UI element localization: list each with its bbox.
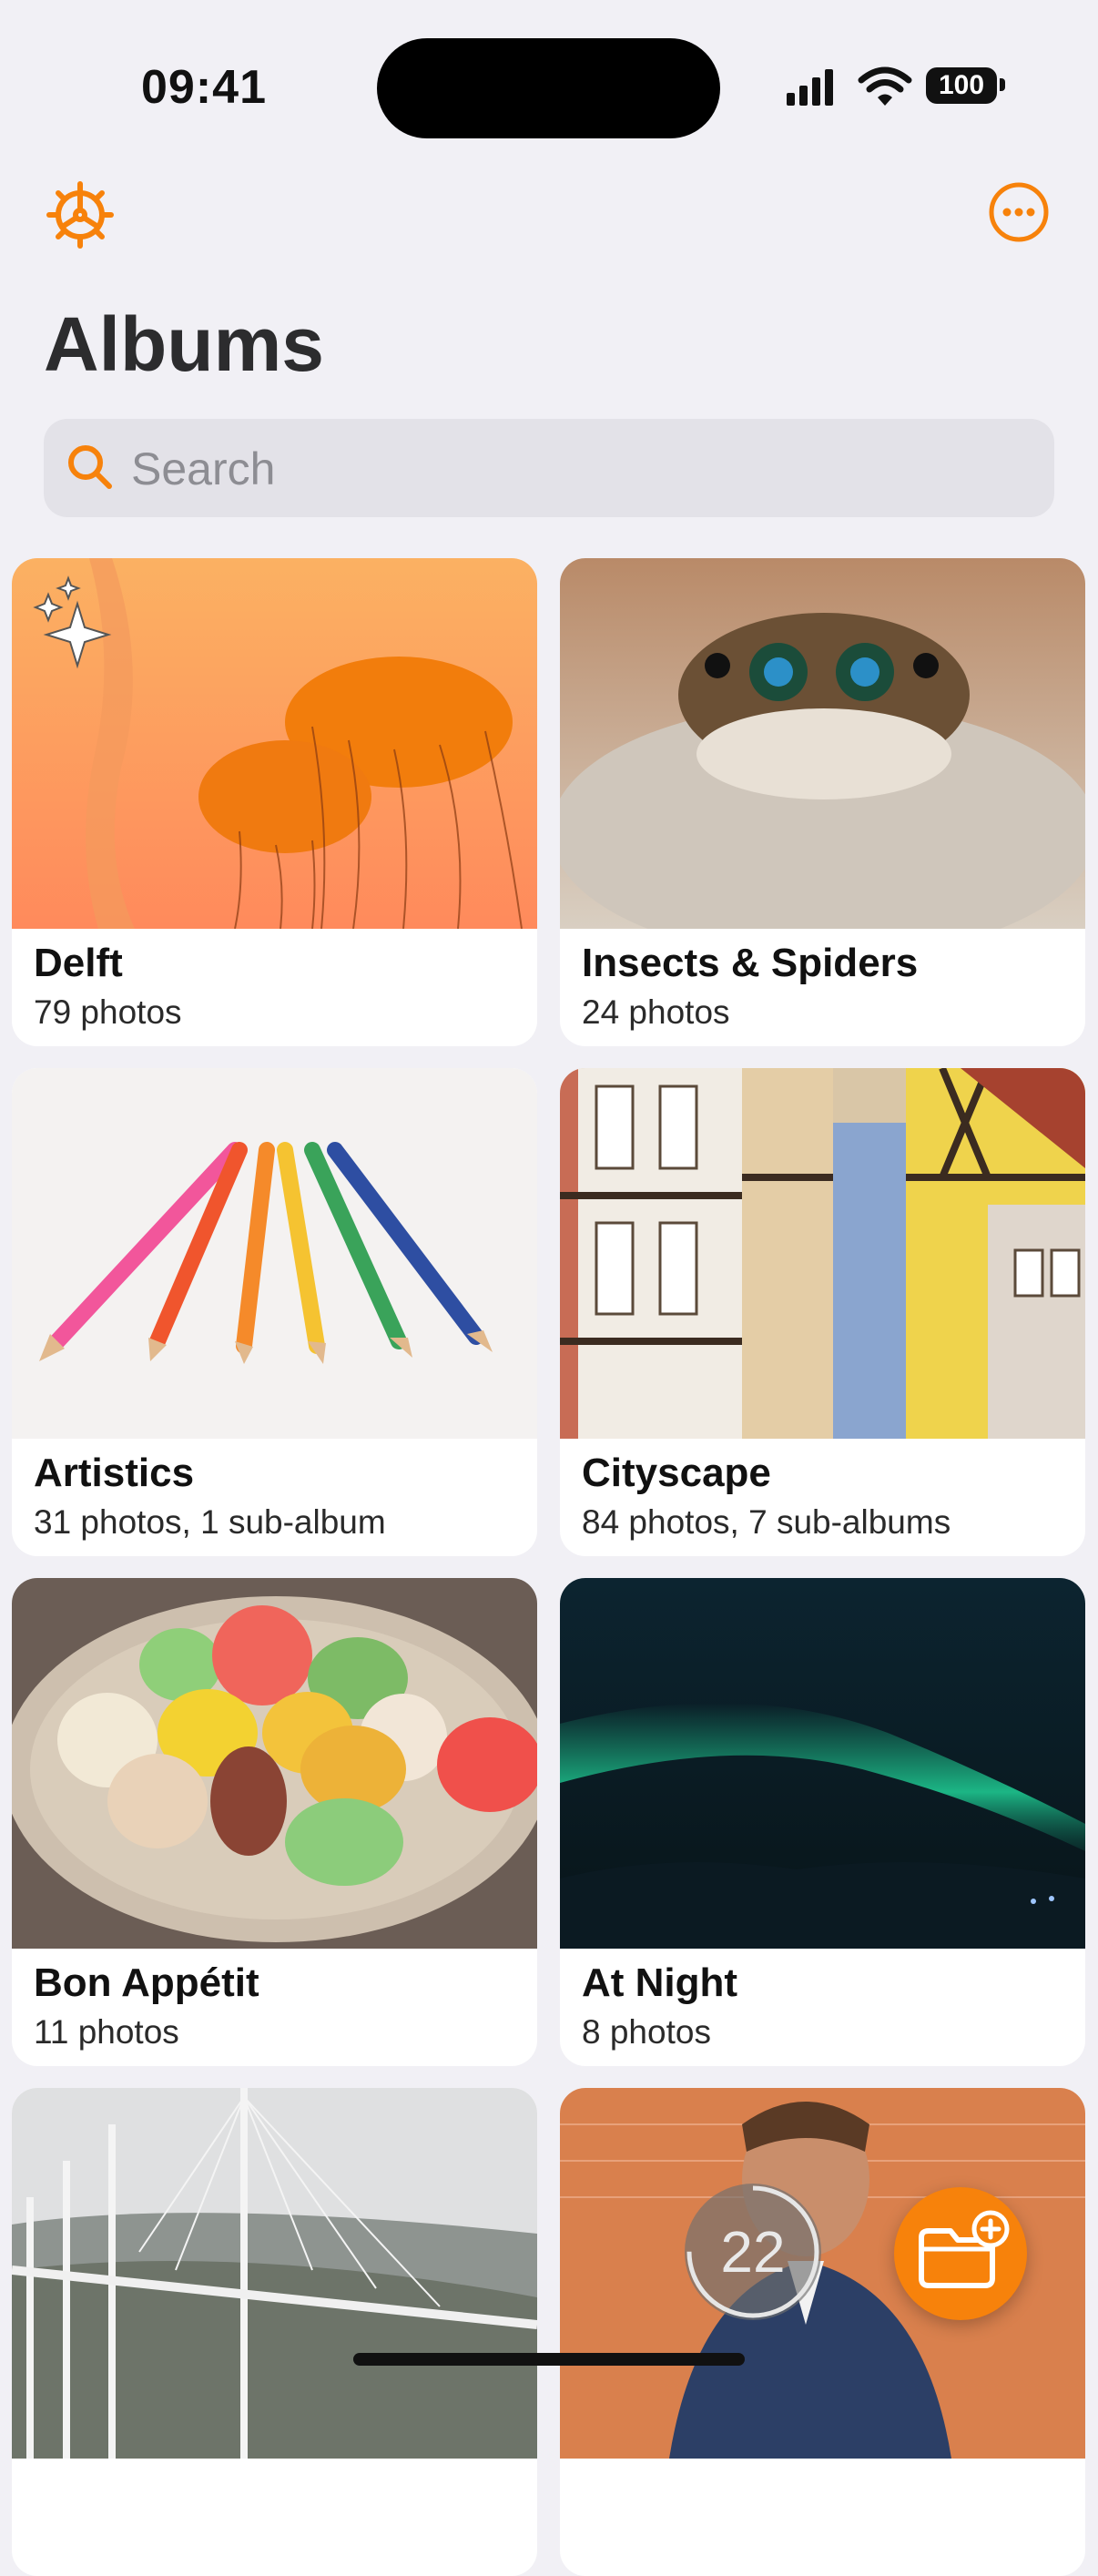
dynamic-island <box>377 38 720 138</box>
album-count: 79 photos <box>34 993 182 1031</box>
album-card-artistics[interactable]: Artistics 31 photos, 1 sub-album <box>12 1068 537 1556</box>
album-count: 24 photos <box>582 993 730 1031</box>
album-card-insects-spiders[interactable]: Insects & Spiders 24 photos <box>560 558 1085 1046</box>
home-indicator <box>353 2353 745 2366</box>
album-title: Artistics <box>34 1451 195 1495</box>
page-title: Albums <box>44 301 325 387</box>
search-bar[interactable] <box>44 419 1054 519</box>
album-count: 8 photos <box>582 2013 711 2051</box>
album-count: 84 photos, 7 sub-albums <box>582 1503 951 1541</box>
count-indicator[interactable]: 22 <box>685 2184 821 2320</box>
album-thumbnail-spider <box>560 558 1085 929</box>
battery-icon: 100 <box>926 67 997 104</box>
more-options-button[interactable] <box>987 180 1051 244</box>
new-album-button[interactable] <box>894 2187 1027 2320</box>
album-card-bon-appetit[interactable]: Bon Appétit 11 photos <box>12 1578 537 2066</box>
album-card-bridge[interactable] <box>12 2088 537 2576</box>
album-count: 11 photos <box>34 2013 179 2051</box>
album-thumbnail-macarons <box>12 1578 537 1949</box>
album-card-at-night[interactable]: At Night 8 photos <box>560 1578 1085 2066</box>
gear-icon <box>46 181 114 249</box>
album-title: Delft <box>34 941 123 985</box>
search-input[interactable] <box>129 419 1025 519</box>
album-card-cityscape[interactable]: Cityscape 84 photos, 7 sub-albums <box>560 1068 1085 1556</box>
album-title: Insects & Spiders <box>582 941 919 985</box>
ellipsis-circle-icon <box>989 182 1049 242</box>
album-thumbnail-pencils <box>12 1068 537 1439</box>
album-thumbnail-houses <box>560 1068 1085 1439</box>
folder-add-icon <box>919 2210 1010 2288</box>
album-thumbnail-bridge <box>12 2088 537 2459</box>
album-count: 31 photos, 1 sub-album <box>34 1503 386 1541</box>
settings-button[interactable] <box>46 180 115 249</box>
album-thumbnail-aurora <box>560 1578 1085 1949</box>
album-title: Cityscape <box>582 1451 771 1495</box>
album-card-portrait[interactable] <box>560 2088 1085 2576</box>
status-time: 09:41 <box>141 61 267 114</box>
cellular-signal-icon <box>787 69 833 106</box>
wifi-icon <box>858 66 912 106</box>
search-icon <box>68 445 112 489</box>
album-thumbnail-jellyfish <box>12 558 537 929</box>
album-card-delft[interactable]: Delft 79 photos <box>12 558 537 1046</box>
status-icons: 100 <box>785 66 1005 111</box>
count-label: 22 <box>720 2219 786 2285</box>
album-title: At Night <box>582 1960 738 2005</box>
battery-tip <box>1000 78 1005 91</box>
album-title: Bon Appétit <box>34 1960 259 2005</box>
